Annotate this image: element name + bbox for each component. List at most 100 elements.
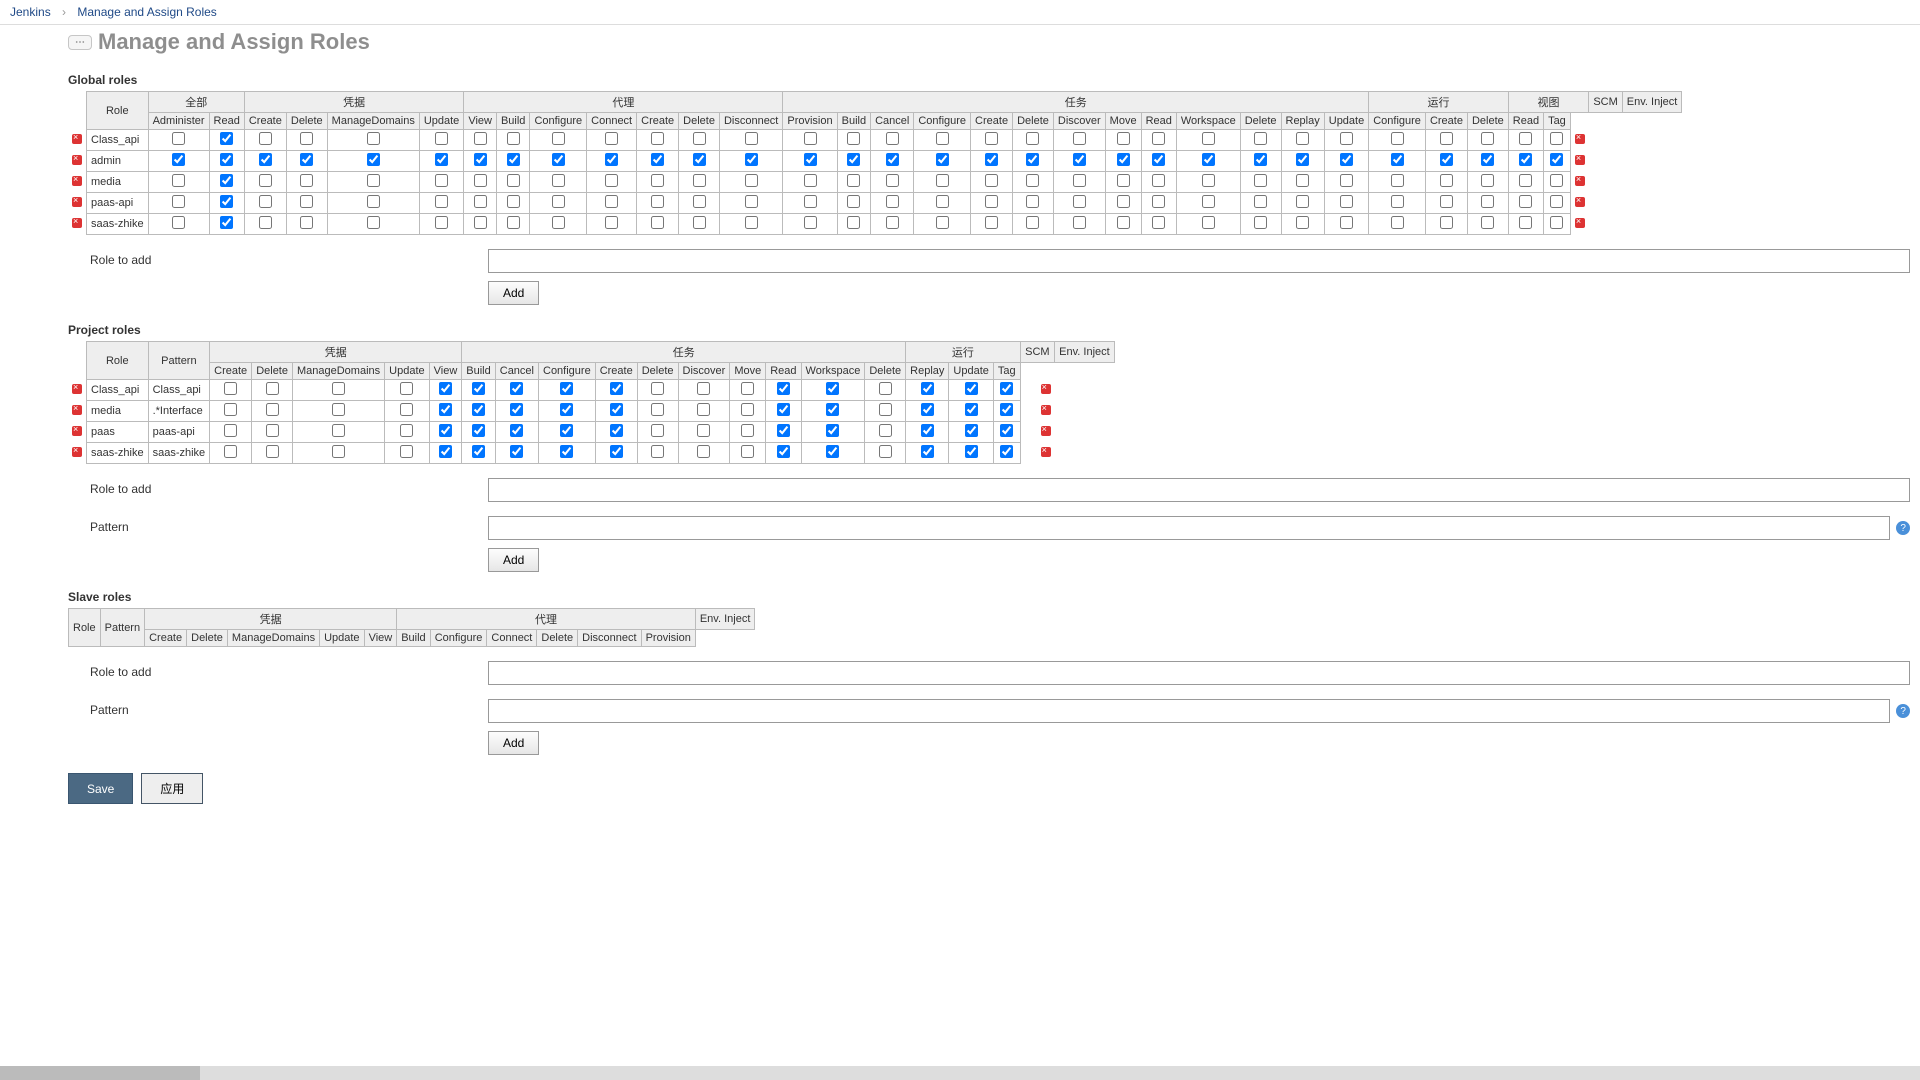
project-add-button[interactable]: Add — [488, 548, 539, 572]
help-icon[interactable]: ? — [1896, 521, 1910, 535]
breadcrumb-page[interactable]: Manage and Assign Roles — [77, 5, 216, 19]
perm-checkbox[interactable] — [510, 445, 523, 458]
perm-checkbox[interactable] — [1340, 153, 1353, 166]
perm-checkbox[interactable] — [1000, 445, 1013, 458]
perm-checkbox[interactable] — [1202, 153, 1215, 166]
perm-checkbox[interactable] — [472, 424, 485, 437]
perm-checkbox[interactable] — [474, 174, 487, 187]
perm-checkbox[interactable] — [1550, 174, 1563, 187]
perm-checkbox[interactable] — [1519, 153, 1532, 166]
perm-checkbox[interactable] — [847, 216, 860, 229]
perm-checkbox[interactable] — [1152, 216, 1165, 229]
perm-checkbox[interactable] — [332, 382, 345, 395]
perm-checkbox[interactable] — [605, 216, 618, 229]
perm-checkbox[interactable] — [965, 403, 978, 416]
perm-checkbox[interactable] — [697, 382, 710, 395]
perm-checkbox[interactable] — [741, 382, 754, 395]
perm-checkbox[interactable] — [1296, 195, 1309, 208]
delete-icon[interactable] — [1575, 197, 1585, 207]
perm-checkbox[interactable] — [610, 382, 623, 395]
perm-checkbox[interactable] — [936, 195, 949, 208]
perm-checkbox[interactable] — [435, 195, 448, 208]
perm-checkbox[interactable] — [879, 403, 892, 416]
perm-checkbox[interactable] — [777, 424, 790, 437]
perm-checkbox[interactable] — [435, 174, 448, 187]
perm-checkbox[interactable] — [1117, 174, 1130, 187]
perm-checkbox[interactable] — [693, 153, 706, 166]
delete-icon[interactable] — [1041, 384, 1051, 394]
perm-checkbox[interactable] — [1481, 216, 1494, 229]
perm-checkbox[interactable] — [804, 132, 817, 145]
slave-role-input[interactable] — [488, 661, 1910, 685]
perm-checkbox[interactable] — [1073, 216, 1086, 229]
perm-checkbox[interactable] — [332, 403, 345, 416]
perm-checkbox[interactable] — [651, 424, 664, 437]
perm-checkbox[interactable] — [1550, 132, 1563, 145]
perm-checkbox[interactable] — [826, 424, 839, 437]
perm-checkbox[interactable] — [300, 216, 313, 229]
perm-checkbox[interactable] — [651, 445, 664, 458]
perm-checkbox[interactable] — [1254, 174, 1267, 187]
perm-checkbox[interactable] — [777, 403, 790, 416]
perm-checkbox[interactable] — [651, 132, 664, 145]
perm-checkbox[interactable] — [367, 195, 380, 208]
perm-checkbox[interactable] — [651, 382, 664, 395]
perm-checkbox[interactable] — [1254, 195, 1267, 208]
perm-checkbox[interactable] — [1340, 174, 1353, 187]
perm-checkbox[interactable] — [1550, 216, 1563, 229]
perm-checkbox[interactable] — [879, 424, 892, 437]
perm-checkbox[interactable] — [510, 382, 523, 395]
perm-checkbox[interactable] — [1073, 195, 1086, 208]
perm-checkbox[interactable] — [400, 424, 413, 437]
perm-checkbox[interactable] — [507, 153, 520, 166]
perm-checkbox[interactable] — [472, 445, 485, 458]
perm-checkbox[interactable] — [435, 153, 448, 166]
perm-checkbox[interactable] — [985, 153, 998, 166]
perm-checkbox[interactable] — [1152, 195, 1165, 208]
perm-checkbox[interactable] — [985, 174, 998, 187]
perm-checkbox[interactable] — [300, 153, 313, 166]
perm-checkbox[interactable] — [300, 195, 313, 208]
perm-checkbox[interactable] — [936, 174, 949, 187]
perm-checkbox[interactable] — [886, 174, 899, 187]
perm-checkbox[interactable] — [472, 403, 485, 416]
perm-checkbox[interactable] — [332, 445, 345, 458]
perm-checkbox[interactable] — [886, 216, 899, 229]
perm-checkbox[interactable] — [224, 445, 237, 458]
perm-checkbox[interactable] — [1117, 195, 1130, 208]
perm-checkbox[interactable] — [259, 153, 272, 166]
delete-icon[interactable] — [1041, 405, 1051, 415]
delete-icon[interactable] — [1575, 155, 1585, 165]
perm-checkbox[interactable] — [1202, 132, 1215, 145]
perm-checkbox[interactable] — [1117, 132, 1130, 145]
perm-checkbox[interactable] — [1254, 153, 1267, 166]
perm-checkbox[interactable] — [1391, 132, 1404, 145]
slave-pattern-input[interactable] — [488, 699, 1890, 723]
perm-checkbox[interactable] — [367, 153, 380, 166]
perm-checkbox[interactable] — [474, 132, 487, 145]
perm-checkbox[interactable] — [745, 195, 758, 208]
perm-checkbox[interactable] — [224, 382, 237, 395]
perm-checkbox[interactable] — [1000, 424, 1013, 437]
perm-checkbox[interactable] — [693, 132, 706, 145]
perm-checkbox[interactable] — [1202, 174, 1215, 187]
perm-checkbox[interactable] — [697, 424, 710, 437]
perm-checkbox[interactable] — [693, 195, 706, 208]
delete-icon[interactable] — [1575, 134, 1585, 144]
delete-icon[interactable] — [72, 197, 82, 207]
perm-checkbox[interactable] — [1481, 153, 1494, 166]
project-pattern-input[interactable] — [488, 516, 1890, 540]
delete-icon[interactable] — [72, 447, 82, 457]
perm-checkbox[interactable] — [651, 403, 664, 416]
perm-checkbox[interactable] — [965, 424, 978, 437]
perm-checkbox[interactable] — [1254, 216, 1267, 229]
perm-checkbox[interactable] — [367, 132, 380, 145]
perm-checkbox[interactable] — [1340, 216, 1353, 229]
perm-checkbox[interactable] — [266, 424, 279, 437]
perm-checkbox[interactable] — [172, 195, 185, 208]
perm-checkbox[interactable] — [1519, 216, 1532, 229]
perm-checkbox[interactable] — [507, 132, 520, 145]
delete-icon[interactable] — [1041, 447, 1051, 457]
perm-checkbox[interactable] — [1481, 132, 1494, 145]
perm-checkbox[interactable] — [651, 195, 664, 208]
